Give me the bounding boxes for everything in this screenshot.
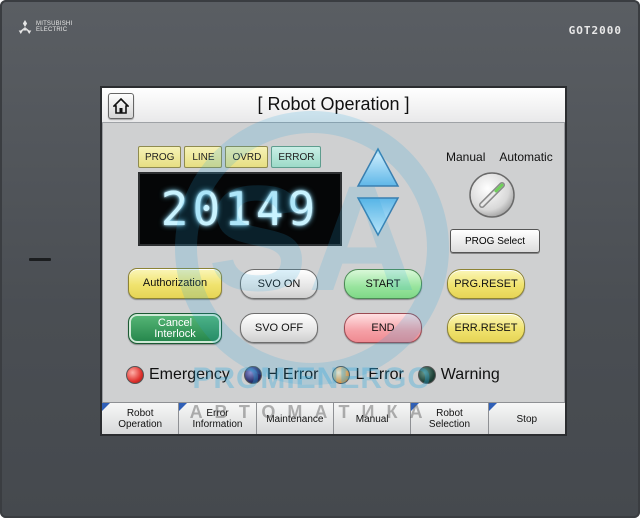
- warning-lamp-icon: [417, 366, 436, 384]
- mode-selector-knob[interactable]: [468, 171, 516, 219]
- status-lamps: Emergency H Error L Error Warning: [126, 366, 514, 384]
- svo-off-button[interactable]: SVO OFF: [240, 313, 318, 343]
- tab-maintenance[interactable]: Maintenance: [256, 403, 334, 434]
- authorization-button[interactable]: Authorization: [128, 268, 222, 299]
- tab-label-line1: Maintenance: [266, 413, 324, 425]
- tab-label-line2: Operation: [118, 419, 163, 430]
- status-h-error-label: H Error: [266, 366, 319, 383]
- counter-value: 20149: [160, 182, 320, 236]
- l-error-lamp-icon: [332, 366, 351, 384]
- indicator-prog: PROG: [138, 146, 182, 168]
- arrow-up-button[interactable]: [356, 146, 400, 190]
- end-button[interactable]: END: [344, 313, 422, 343]
- tab-label-line1: Robot: [436, 408, 463, 419]
- bottom-navigation: Robot Operation Error Information Maintena…: [102, 402, 565, 434]
- status-warning-label: Warning: [440, 366, 500, 383]
- svo-on-button[interactable]: SVO ON: [240, 269, 318, 299]
- arrow-down-button[interactable]: [356, 194, 400, 238]
- tab-corner-marker: [488, 403, 497, 411]
- tab-label-line2: Information: [192, 419, 243, 430]
- tab-label-line1: Stop: [516, 413, 538, 425]
- brand-line-2: ELECTRIC: [36, 27, 68, 33]
- emergency-lamp-icon: [126, 366, 144, 384]
- status-h-error: H Error: [243, 366, 319, 384]
- manual-label: Manual: [446, 150, 486, 164]
- prog-reset-button[interactable]: PRG.RESET: [447, 269, 525, 299]
- tab-robot-selection[interactable]: Robot Selection: [411, 403, 489, 434]
- err-reset-button[interactable]: ERR.RESET: [447, 313, 525, 343]
- status-warning: Warning: [417, 366, 500, 384]
- automatic-label: Automatic: [499, 150, 553, 164]
- cancel-interlock-line2: Interlock: [154, 327, 196, 340]
- model-label: GOT2000: [568, 24, 622, 37]
- indicator-line: LINE: [184, 146, 223, 168]
- tab-robot-operation[interactable]: Robot Operation: [102, 403, 180, 434]
- tab-label-line1: Error: [206, 408, 229, 419]
- mode-labels: Manual Automatic: [446, 150, 565, 164]
- tab-corner-marker: [179, 403, 188, 411]
- status-l-error: L Error: [332, 366, 404, 384]
- indicator-error: ERROR: [271, 146, 322, 168]
- indicator-ovrd: OVRD: [225, 146, 269, 168]
- tab-label-line1: Robot: [126, 408, 154, 419]
- status-emergency: Emergency: [126, 366, 230, 384]
- tab-corner-marker: [411, 403, 420, 411]
- tab-stop[interactable]: Stop: [488, 403, 565, 434]
- tab-manual[interactable]: Manual: [333, 403, 412, 434]
- status-emergency-label: Emergency: [149, 366, 230, 383]
- tab-error-information[interactable]: Error Information: [179, 403, 257, 434]
- digital-counter-display: 20149: [138, 172, 342, 246]
- tab-label-line1: Manual: [355, 413, 389, 425]
- touch-screen: [ Robot Operation ] PROG LINE OVRD ERROR…: [100, 86, 567, 436]
- start-button[interactable]: START: [344, 269, 422, 299]
- status-l-error-label: L Error: [355, 366, 404, 383]
- tab-corner-marker: [102, 403, 110, 411]
- page-title: [ Robot Operation ]: [257, 94, 410, 114]
- tab-label-line2: Selection: [428, 419, 471, 430]
- cancel-interlock-line1: Cancel: [157, 316, 193, 329]
- mitsubishi-logo: MITSUBISHI ELECTRIC: [18, 20, 72, 34]
- cancel-interlock-button[interactable]: Cancel Interlock: [128, 313, 222, 344]
- mitsubishi-diamonds-icon: [18, 20, 32, 34]
- title-bar: [ Robot Operation ]: [102, 88, 565, 123]
- power-led: [29, 258, 51, 261]
- hmi-panel: MITSUBISHI ELECTRIC GOT2000 [ Robot Oper…: [0, 0, 640, 518]
- prog-select-button[interactable]: PROG Select: [450, 229, 540, 253]
- h-error-lamp-icon: [243, 366, 262, 384]
- indicator-row: PROG LINE OVRD ERROR: [138, 146, 322, 168]
